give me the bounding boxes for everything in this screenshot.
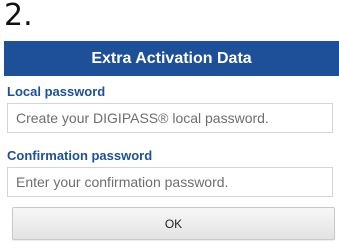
title-bar: Extra Activation Data [4, 41, 339, 76]
confirmation-password-label: Confirmation password [7, 148, 153, 163]
step-number: 2. [4, 0, 33, 33]
ok-button[interactable]: OK [12, 207, 335, 240]
confirmation-password-input[interactable] [7, 167, 333, 197]
activation-screen: Extra Activation Data Local password Con… [4, 41, 339, 251]
local-password-input[interactable] [7, 103, 333, 133]
dialog-title: Extra Activation Data [91, 49, 252, 67]
local-password-label: Local password [7, 84, 106, 99]
page: 2. Extra Activation Data Local password … [0, 0, 339, 251]
